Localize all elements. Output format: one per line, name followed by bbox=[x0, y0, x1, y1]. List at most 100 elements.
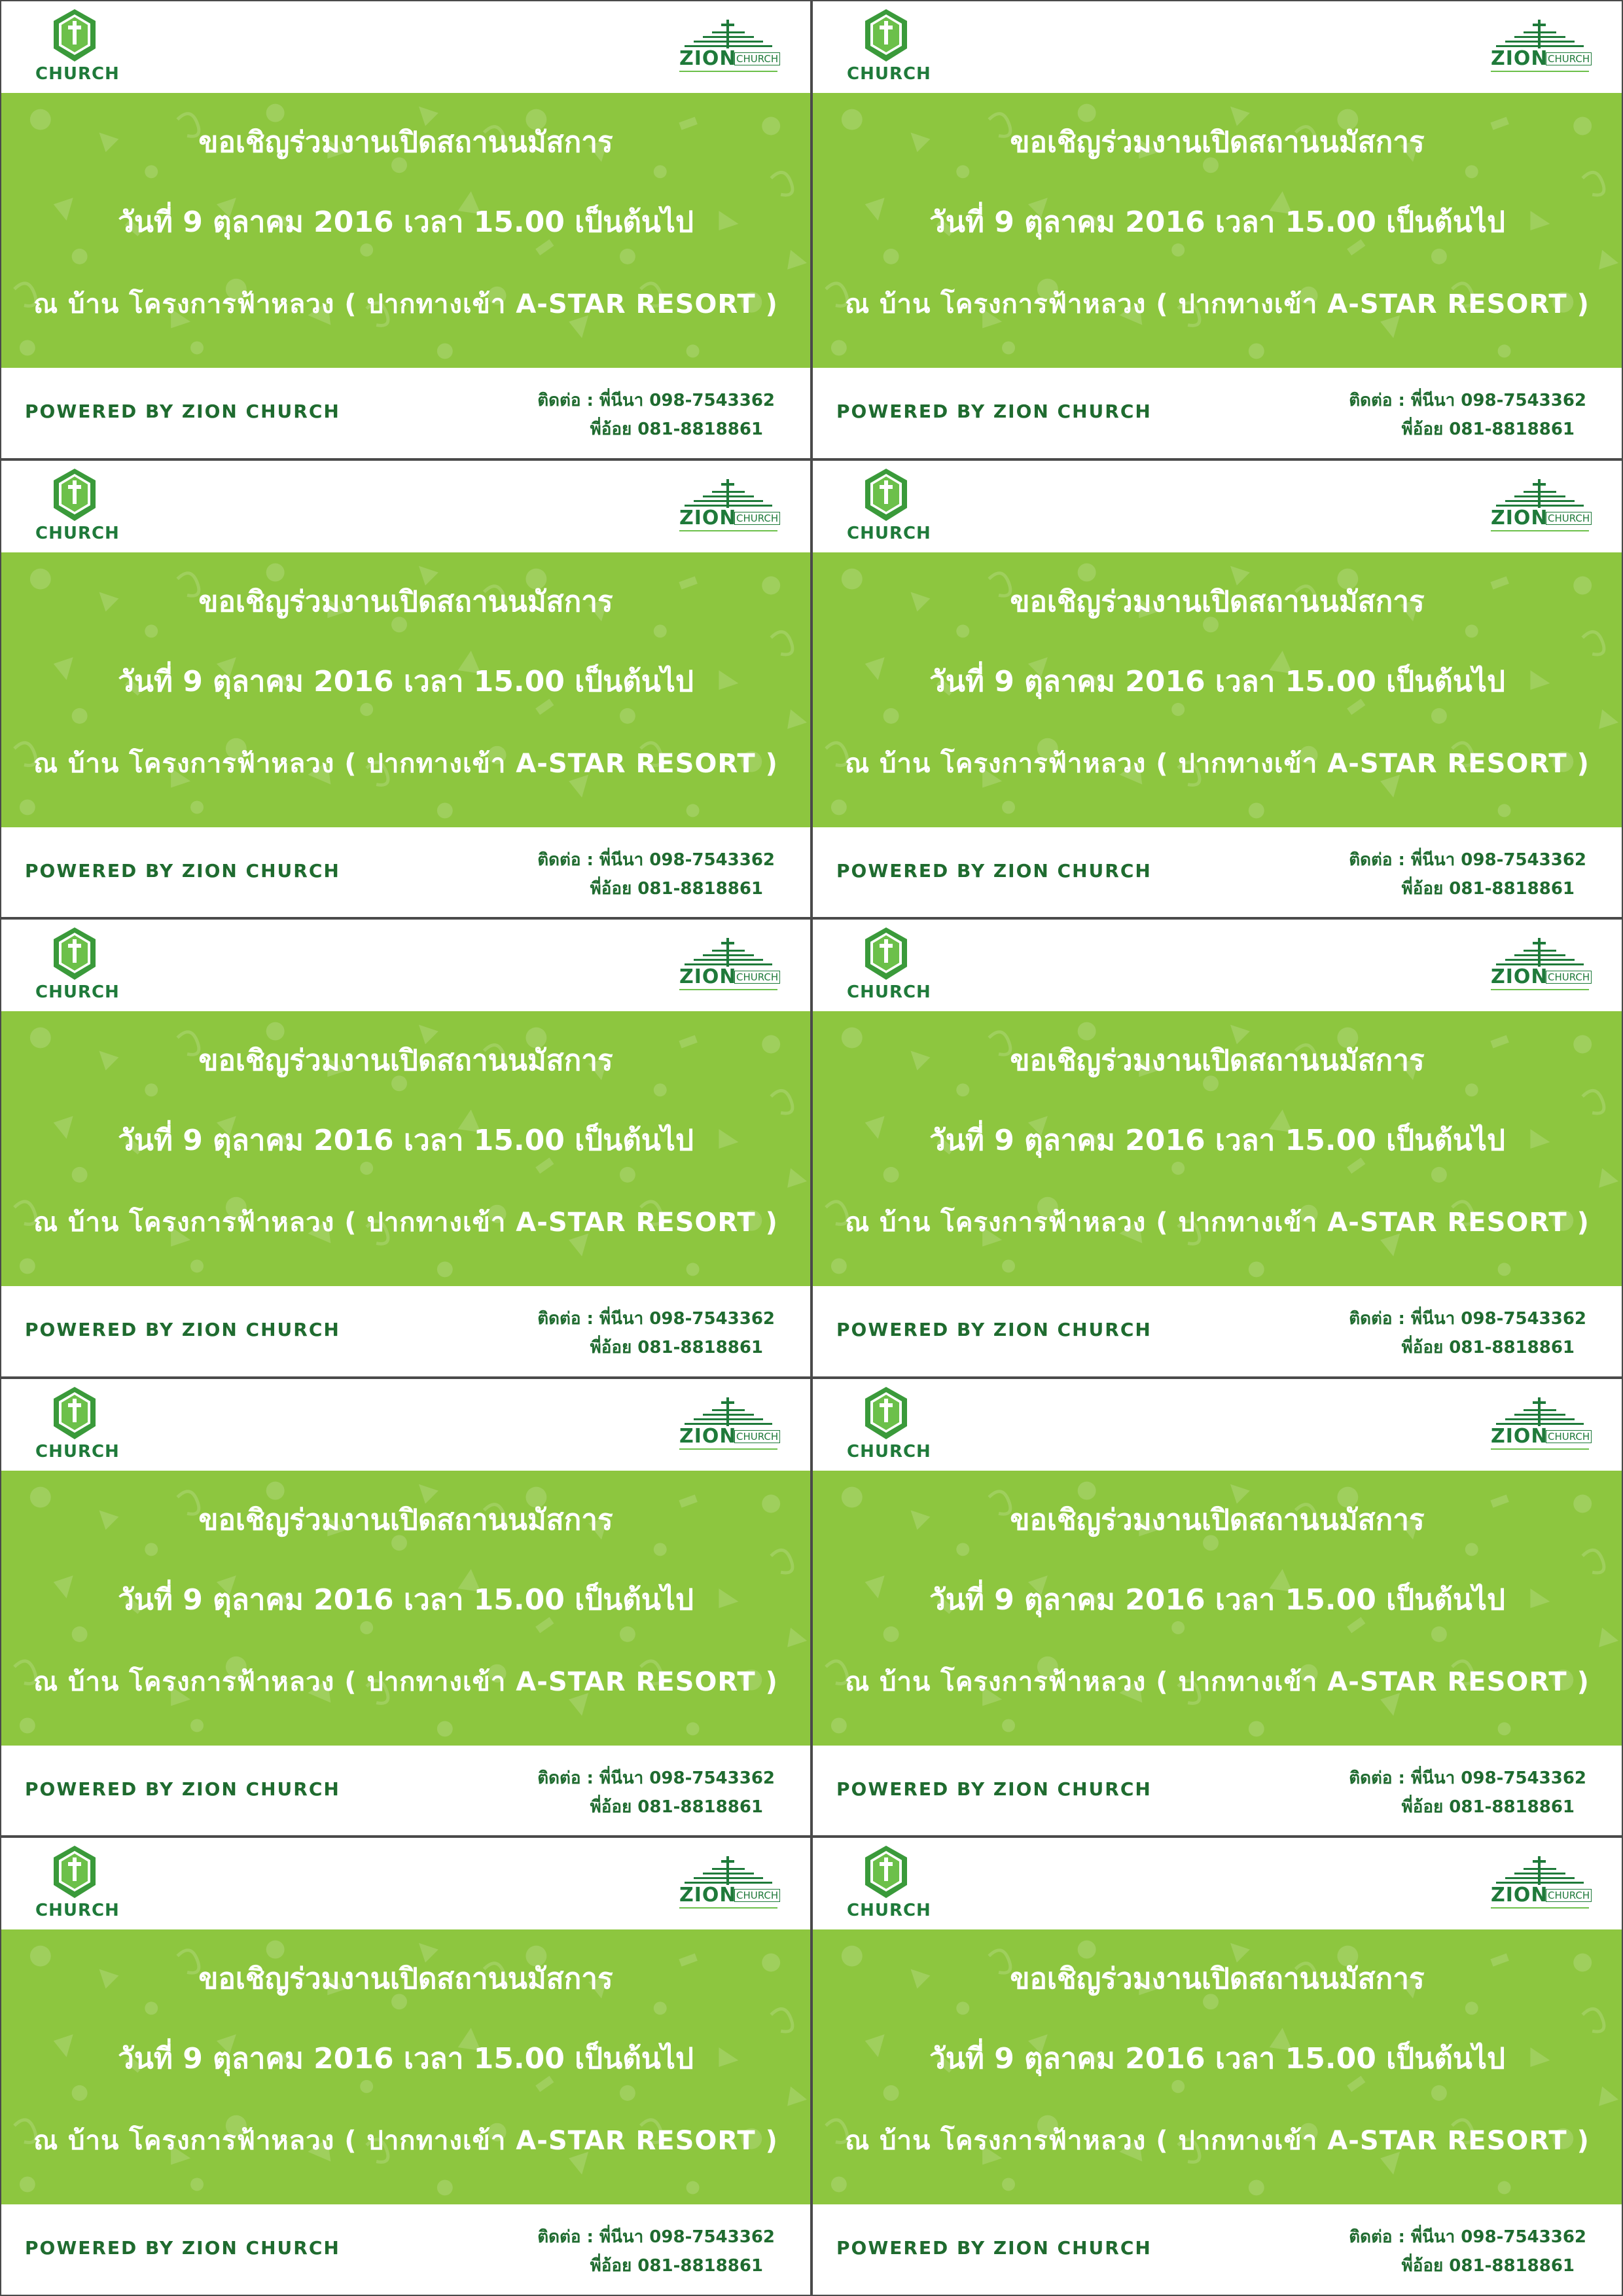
zion-church-logo: ZION CHURCH bbox=[1491, 478, 1592, 538]
event-place-line: ณ บ้าน โครงการฟ้าหลวง ( ปากทางเข้า A-STA… bbox=[33, 748, 778, 779]
invitation-headline: ขอเชิญร่วมงานเปิดสถานนมัสการ bbox=[1010, 1044, 1425, 1078]
contact-line-2: พี่อ้อย 081-8818861 bbox=[590, 878, 763, 899]
contact-line-1: ติดต่อ : พี่นีนา 098-7543362 bbox=[1349, 850, 1586, 870]
zion-church-logo: ZION CHURCH bbox=[1491, 938, 1592, 997]
church-logo: CHURCH bbox=[35, 1844, 119, 1923]
ticket-footer: POWERED BY ZION CHURCH ติดต่อ : พี่นีนา … bbox=[1, 368, 810, 458]
church-logo-subtext: CHURCH bbox=[1546, 511, 1592, 525]
church-logo: CHURCH bbox=[847, 467, 931, 546]
church-hexagon-cross-icon bbox=[54, 927, 96, 980]
church-hexagon-cross-icon bbox=[865, 9, 907, 62]
event-date-line: วันที่ 9 ตุลาคม 2016 เวลา 15.00 เป็นต้นไ… bbox=[118, 1583, 694, 1617]
church-logo-subtext: CHURCH bbox=[734, 1429, 781, 1443]
church-logo-subtext: CHURCH bbox=[734, 1889, 781, 1903]
contact-info: ติดต่อ : พี่นีนา 098-7543362 พี่อ้อย 081… bbox=[1349, 1764, 1586, 1821]
church-hexagon-cross-icon bbox=[54, 468, 96, 521]
ticket-card: CHURCH ZION CHURCH ขอเชิญร่วมงานเปิดสถาน… bbox=[812, 0, 1623, 459]
ticket-header: CHURCH ZION CHURCH bbox=[1, 1, 810, 93]
church-logo-text: CHURCH bbox=[35, 1441, 120, 1462]
ticket-footer: POWERED BY ZION CHURCH ติดต่อ : พี่นีนา … bbox=[813, 2204, 1622, 2295]
church-logo-text: CHURCH bbox=[847, 982, 931, 1003]
contact-info: ติดต่อ : พี่นีนา 098-7543362 พี่อ้อย 081… bbox=[537, 386, 775, 444]
church-logo: CHURCH bbox=[35, 467, 119, 546]
zion-logo-text: ZION bbox=[1491, 1884, 1548, 1907]
contact-line-2: พี่อ้อย 081-8818861 bbox=[590, 1797, 763, 1817]
powered-by-text: POWERED BY ZION CHURCH bbox=[836, 859, 1152, 882]
invitation-headline: ขอเชิญร่วมงานเปิดสถานนมัสการ bbox=[198, 126, 613, 159]
zion-logo-text: ZION bbox=[679, 965, 737, 989]
zion-church-logo: ZION CHURCH bbox=[679, 938, 781, 997]
contact-line-1: ติดต่อ : พี่นีนา 098-7543362 bbox=[537, 1309, 775, 1329]
event-date-line: วันที่ 9 ตุลาคม 2016 เวลา 15.00 เป็นต้นไ… bbox=[118, 206, 694, 239]
church-hexagon-cross-icon bbox=[54, 1386, 96, 1439]
invitation-band: ขอเชิญร่วมงานเปิดสถานนมัสการ วันที่ 9 ตุ… bbox=[813, 1011, 1622, 1287]
church-logo: CHURCH bbox=[847, 1844, 931, 1923]
church-logo-text: CHURCH bbox=[847, 1441, 931, 1462]
ticket-header: CHURCH ZION CHURCH bbox=[813, 460, 1622, 552]
church-logo-subtext: CHURCH bbox=[1546, 52, 1592, 65]
event-date-line: วันที่ 9 ตุลาคม 2016 เวลา 15.00 เป็นต้นไ… bbox=[118, 664, 694, 698]
church-logo: CHURCH bbox=[847, 8, 931, 86]
zion-logo-text: ZION bbox=[1491, 47, 1548, 70]
contact-line-2: พี่อ้อย 081-8818861 bbox=[590, 1338, 763, 1358]
contact-line-2: พี่อ้อย 081-8818861 bbox=[1401, 2256, 1575, 2276]
ticket-footer: POWERED BY ZION CHURCH ติดต่อ : พี่นีนา … bbox=[1, 1286, 810, 1376]
church-hexagon-cross-icon bbox=[54, 1846, 96, 1899]
event-date-line: วันที่ 9 ตุลาคม 2016 เวลา 15.00 เป็นต้นไ… bbox=[929, 664, 1505, 698]
contact-info: ติดต่อ : พี่นีนา 098-7543362 พี่อ้อย 081… bbox=[537, 1764, 775, 1821]
event-place-line: ณ บ้าน โครงการฟ้าหลวง ( ปากทางเข้า A-STA… bbox=[845, 1208, 1590, 1238]
ticket-footer: POWERED BY ZION CHURCH ติดต่อ : พี่นีนา … bbox=[1, 827, 810, 918]
zion-logo-text: ZION bbox=[679, 47, 737, 70]
ticket-card: CHURCH ZION CHURCH ขอเชิญร่วมงานเปิดสถาน… bbox=[0, 918, 812, 1378]
contact-line-1: ติดต่อ : พี่นีนา 098-7543362 bbox=[537, 1768, 775, 1788]
church-logo: CHURCH bbox=[847, 1386, 931, 1464]
contact-line-1: ติดต่อ : พี่นีนา 098-7543362 bbox=[1349, 2227, 1586, 2248]
ticket-card: CHURCH ZION CHURCH ขอเชิญร่วมงานเปิดสถาน… bbox=[812, 1377, 1623, 1837]
event-date-line: วันที่ 9 ตุลาคม 2016 เวลา 15.00 เป็นต้นไ… bbox=[929, 1124, 1505, 1158]
invitation-headline: ขอเชิญร่วมงานเปิดสถานนมัสการ bbox=[1010, 1503, 1425, 1537]
church-logo-subtext: CHURCH bbox=[1546, 1889, 1592, 1903]
ticket-card: CHURCH ZION CHURCH ขอเชิญร่วมงานเปิดสถาน… bbox=[812, 459, 1623, 919]
contact-info: ติดต่อ : พี่นีนา 098-7543362 พี่อ้อย 081… bbox=[1349, 1304, 1586, 1362]
event-place-line: ณ บ้าน โครงการฟ้าหลวง ( ปากทางเข้า A-STA… bbox=[33, 1208, 778, 1238]
ticket-footer: POWERED BY ZION CHURCH ติดต่อ : พี่นีนา … bbox=[813, 368, 1622, 458]
ticket-header: CHURCH ZION CHURCH bbox=[813, 1378, 1622, 1471]
powered-by-text: POWERED BY ZION CHURCH bbox=[25, 401, 340, 422]
event-date-line: วันที่ 9 ตุลาคม 2016 เวลา 15.00 เป็นต้นไ… bbox=[929, 206, 1505, 239]
church-hexagon-cross-icon bbox=[865, 927, 907, 980]
contact-line-2: พี่อ้อย 081-8818861 bbox=[590, 2256, 763, 2276]
zion-church-logo: ZION CHURCH bbox=[679, 478, 781, 538]
invitation-headline: ขอเชิญร่วมงานเปิดสถานนมัสการ bbox=[1010, 1962, 1425, 1996]
ticket-card: CHURCH ZION CHURCH ขอเชิญร่วมงานเปิดสถาน… bbox=[0, 0, 812, 459]
contact-info: ติดต่อ : พี่นีนา 098-7543362 พี่อ้อย 081… bbox=[537, 846, 775, 903]
ticket-card: CHURCH ZION CHURCH ขอเชิญร่วมงานเปิดสถาน… bbox=[812, 918, 1623, 1378]
zion-logo-text: ZION bbox=[679, 1884, 737, 1907]
ticket-header: CHURCH ZION CHURCH bbox=[1, 920, 810, 1012]
ticket-sheet: CHURCH ZION CHURCH ขอเชิญร่วมงานเปิดสถาน… bbox=[0, 0, 1623, 2296]
powered-by-text: POWERED BY ZION CHURCH bbox=[25, 859, 340, 882]
contact-info: ติดต่อ : พี่นีนา 098-7543362 พี่อ้อย 081… bbox=[1349, 386, 1586, 444]
ticket-card: CHURCH ZION CHURCH ขอเชิญร่วมงานเปิดสถาน… bbox=[0, 459, 812, 919]
contact-line-2: พี่อ้อย 081-8818861 bbox=[1401, 1338, 1575, 1358]
zion-logo-text: ZION bbox=[1491, 506, 1548, 529]
event-date-line: วันที่ 9 ตุลาคม 2016 เวลา 15.00 เป็นต้นไ… bbox=[118, 1124, 694, 1158]
ticket-footer: POWERED BY ZION CHURCH ติดต่อ : พี่นีนา … bbox=[813, 1745, 1622, 1836]
contact-info: ติดต่อ : พี่นีนา 098-7543362 พี่อ้อย 081… bbox=[537, 1304, 775, 1362]
invitation-band: ขอเชิญร่วมงานเปิดสถานนมัสการ วันที่ 9 ตุ… bbox=[1, 552, 810, 827]
invitation-headline: ขอเชิญร่วมงานเปิดสถานนมัสการ bbox=[198, 584, 613, 619]
ticket-header: CHURCH ZION CHURCH bbox=[1, 1838, 810, 1930]
event-place-line: ณ บ้าน โครงการฟ้าหลวง ( ปากทางเข้า A-STA… bbox=[845, 289, 1590, 319]
ticket-footer: POWERED BY ZION CHURCH ติดต่อ : พี่นีนา … bbox=[1, 2204, 810, 2295]
invitation-band: ขอเชิญร่วมงานเปิดสถานนมัสการ วันที่ 9 ตุ… bbox=[813, 1929, 1622, 2205]
event-date-line: วันที่ 9 ตุลาคม 2016 เวลา 15.00 เป็นต้นไ… bbox=[118, 2042, 694, 2076]
church-logo-text: CHURCH bbox=[847, 523, 931, 543]
contact-line-1: ติดต่อ : พี่นีนา 098-7543362 bbox=[1349, 391, 1586, 410]
event-place-line: ณ บ้าน โครงการฟ้าหลวง ( ปากทางเข้า A-STA… bbox=[33, 1666, 778, 1697]
church-logo-subtext: CHURCH bbox=[1546, 971, 1592, 984]
church-logo-subtext: CHURCH bbox=[734, 511, 781, 525]
powered-by-text: POWERED BY ZION CHURCH bbox=[836, 1778, 1152, 1800]
zion-church-logo: ZION CHURCH bbox=[1491, 1397, 1592, 1456]
invitation-band: ขอเชิญร่วมงานเปิดสถานนมัสการ วันที่ 9 ตุ… bbox=[813, 552, 1622, 827]
church-logo-subtext: CHURCH bbox=[1546, 1429, 1592, 1443]
zion-logo-text: ZION bbox=[1491, 965, 1548, 989]
